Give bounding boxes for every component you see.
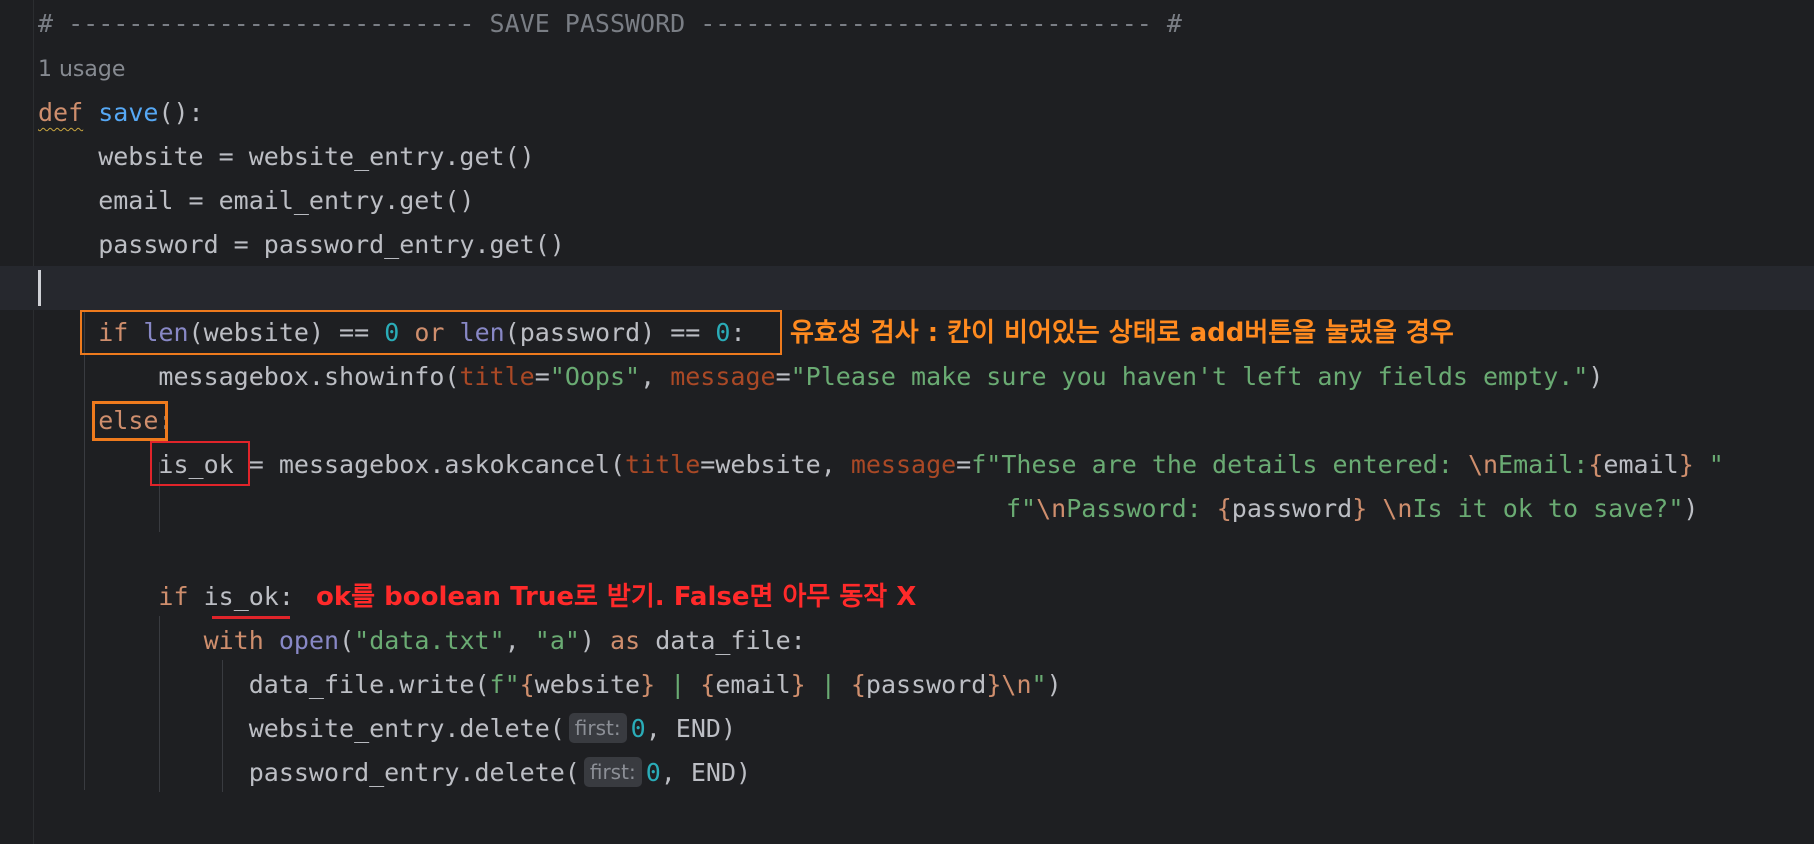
string-literal: f": [489, 670, 520, 699]
string-literal: ": [1693, 450, 1724, 479]
fstring-brace: {: [1216, 494, 1232, 523]
fstring-brace: }: [640, 670, 656, 699]
code-fragment: data_file.write(: [248, 670, 490, 699]
equals: =: [534, 362, 550, 391]
parameter-hint-first[interactable]: first:: [568, 713, 627, 743]
fstring-brace: {: [519, 670, 535, 699]
function-name-save: save: [98, 98, 159, 127]
string-literal: |: [805, 670, 851, 699]
comma: ,: [640, 362, 671, 391]
current-line-highlight: [0, 266, 1814, 310]
close-paren: ): [1683, 494, 1699, 523]
string-literal: "Oops": [549, 362, 641, 391]
string-literal: Password:: [1066, 494, 1217, 523]
string-literal: "a": [534, 626, 580, 655]
keyword-def: def: [38, 98, 84, 127]
param-title: title: [459, 362, 535, 391]
code-line-showinfo[interactable]: messagebox.showinfo(title="Oops", messag…: [38, 355, 1603, 399]
fstring-var: email: [1603, 450, 1679, 479]
string-literal: f"These are the details entered:: [971, 450, 1468, 479]
code-fragment: website_entry.delete(: [248, 714, 565, 743]
else-highlight-box: [92, 401, 168, 441]
builtin-open: open: [278, 626, 340, 655]
close-paren: ): [1588, 362, 1604, 391]
fstring-var: password: [1231, 494, 1353, 523]
close-paren: ): [1046, 670, 1062, 699]
string-literal: "Please make sure you haven't left any f…: [790, 362, 1589, 391]
editor-gutter-separator: [33, 0, 34, 844]
keyword-as: as: [610, 626, 641, 655]
fstring-var: email: [715, 670, 791, 699]
string-literal: f": [1006, 494, 1037, 523]
code-fragment: data_file:: [640, 626, 806, 655]
open-paren: (: [339, 626, 355, 655]
fstring-brace: }: [1678, 450, 1694, 479]
fstring-brace: {: [700, 670, 716, 699]
string-literal: Email:: [1498, 450, 1589, 479]
escape-sequence: \n: [1382, 494, 1413, 523]
validation-highlight-box: [80, 310, 782, 355]
code-line-def[interactable]: def save():: [38, 91, 204, 135]
escape-sequence: \n: [1001, 670, 1032, 699]
escape-sequence: \n: [1467, 450, 1499, 479]
ok-boolean-annotation: ok를 boolean True로 받기. False면 아무 동작 X: [316, 582, 917, 612]
code-fragment: =website,: [700, 450, 851, 479]
code-fragment: password_entry.delete(: [248, 758, 580, 787]
param-title: title: [625, 450, 701, 479]
is-ok-underline: [212, 616, 290, 619]
code-line-delete-password[interactable]: password_entry.delete(first: 0, END): [38, 751, 751, 795]
variable-is-ok: is_ok: [203, 582, 279, 611]
close-paren: ): [579, 626, 611, 655]
fstring-brace: {: [1588, 450, 1604, 479]
usage-hint[interactable]: 1 usage: [38, 52, 125, 88]
code-line-write[interactable]: data_file.write(f"{website} | {email} | …: [38, 663, 1062, 707]
text-caret: [38, 270, 41, 306]
fstring-var: website: [534, 670, 641, 699]
param-message: message: [850, 450, 957, 479]
code-line-if-is-ok[interactable]: if is_ok:: [38, 575, 294, 619]
string-literal: |: [655, 670, 701, 699]
string-literal: ": [1031, 670, 1047, 699]
def-tail: ():: [158, 98, 204, 127]
code-line-website[interactable]: website = website_entry.get(): [38, 135, 535, 179]
fstring-brace: }: [790, 670, 806, 699]
number-literal: 0: [630, 714, 646, 743]
validation-annotation: 유효성 검사 : 칸이 비어있는 상태로 add버튼을 눌렀을 경우: [790, 318, 1454, 348]
string-literal: [1367, 494, 1382, 523]
fstring-brace: }: [986, 670, 1002, 699]
colon: :: [278, 582, 294, 611]
code-fragment: , END): [645, 714, 736, 743]
string-literal: "data.txt": [354, 626, 505, 655]
code-fragment: = messagebox.askokcancel(: [233, 450, 626, 479]
code-line-delete-website[interactable]: website_entry.delete(first: 0, END): [38, 707, 736, 751]
code-fragment: messagebox.showinfo(: [158, 362, 460, 391]
is-ok-highlight-box: [150, 441, 250, 486]
code-line-with[interactable]: with open("data.txt", "a") as data_file:: [38, 619, 806, 663]
code-fragment: , END): [660, 758, 752, 787]
number-literal: 0: [645, 758, 661, 787]
comma: ,: [504, 626, 535, 655]
code-line-email[interactable]: email = email_entry.get(): [38, 179, 474, 223]
equals: =: [956, 450, 972, 479]
keyword-with: with: [203, 626, 264, 655]
escape-sequence: \n: [1036, 494, 1067, 523]
fstring-brace: {: [850, 670, 866, 699]
string-literal: Is it ok to save?": [1412, 494, 1684, 523]
equals: =: [775, 362, 791, 391]
param-message: message: [670, 362, 776, 391]
section-comment[interactable]: # --------------------------- SAVE PASSW…: [38, 2, 1182, 46]
code-line-askokcancel-cont[interactable]: f"\nPassword: {password} \nIs it ok to s…: [1006, 487, 1698, 531]
keyword-if: if: [158, 582, 189, 611]
parameter-hint-first[interactable]: first:: [583, 757, 642, 787]
fstring-brace: }: [1352, 494, 1368, 523]
fstring-var: password: [865, 670, 987, 699]
code-line-askokcancel[interactable]: is_ok = messagebox.askokcancel(title=web…: [38, 443, 1724, 487]
code-line-password[interactable]: password = password_entry.get(): [38, 223, 565, 267]
